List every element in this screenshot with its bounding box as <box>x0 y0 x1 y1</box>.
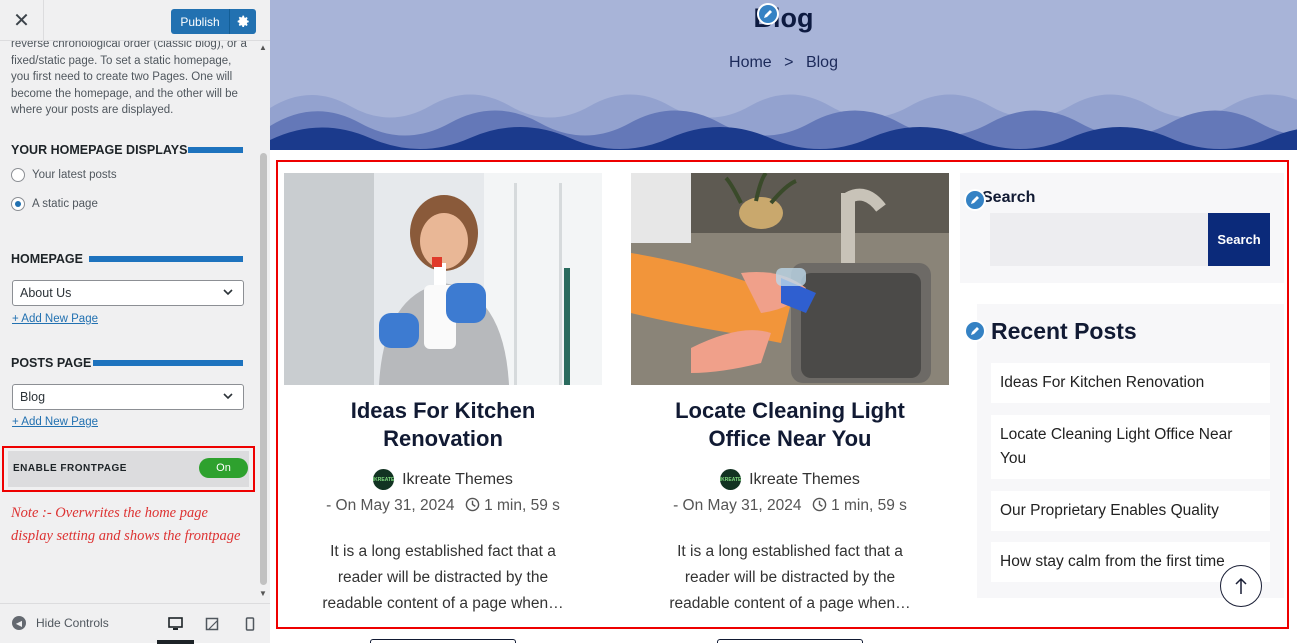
breadcrumb-home-link[interactable]: Home <box>729 54 772 71</box>
scroll-up-arrow-icon[interactable]: ▲ <box>259 43 267 52</box>
customizer-sidebar: ✕ Publish reverse chronological order (c… <box>0 0 270 644</box>
posts-page-select[interactable]: Blog <box>12 384 244 410</box>
customizer-scrollbar[interactable]: ▲ ▼ <box>257 41 270 603</box>
close-customizer-button[interactable]: ✕ <box>0 0 44 41</box>
radio-label: A static page <box>32 198 98 210</box>
collapse-arrow-icon: ◀ <box>12 616 26 630</box>
section-title-bar <box>188 147 243 153</box>
chevron-down-icon <box>223 289 233 296</box>
publish-settings-button[interactable] <box>229 9 256 34</box>
homepage-select[interactable]: About Us <box>12 280 244 306</box>
radio-static-page[interactable]: A static page <box>11 197 98 211</box>
pencil-icon <box>764 10 772 18</box>
posts-page-select-value: Blog <box>20 390 46 404</box>
hide-controls-button[interactable]: ◀ Hide Controls <box>12 616 109 630</box>
mobile-icon <box>245 617 255 631</box>
customizer-panel[interactable]: reverse chronological order (classic blo… <box>0 41 257 603</box>
chevron-down-icon <box>223 393 233 400</box>
breadcrumb-current: Blog <box>805 54 838 71</box>
mobile-preview-button[interactable] <box>242 616 258 632</box>
site-preview: Blog Home > Blog Ideas For Kitchen Renov… <box>270 0 1302 643</box>
customizer-header: ✕ Publish <box>0 0 270 41</box>
posts-page-section-title: POSTS PAGE <box>11 356 92 370</box>
page-title: Blog <box>753 3 814 33</box>
static-front-page-description: reverse chronological order (classic blo… <box>11 41 247 116</box>
desktop-icon <box>167 617 183 630</box>
enable-frontpage-toggle[interactable]: On <box>199 458 248 478</box>
radio-latest-posts[interactable]: Your latest posts <box>11 168 117 182</box>
read-more-button[interactable] <box>717 639 863 643</box>
tablet-icon <box>205 617 219 631</box>
tablet-preview-button[interactable] <box>204 616 220 632</box>
radio-button[interactable] <box>11 168 25 182</box>
breadcrumb-separator: > <box>784 54 794 71</box>
desktop-preview-button[interactable] <box>167 616 183 632</box>
active-device-indicator <box>157 640 194 644</box>
edit-title-shortcut-icon[interactable] <box>757 3 779 25</box>
hide-controls-label: Hide Controls <box>36 616 109 630</box>
enable-frontpage-row: ENABLE FRONTPAGE On <box>8 451 249 487</box>
scrollbar-thumb[interactable] <box>260 153 267 585</box>
posts-page-add-new-page-link[interactable]: + Add New Page <box>12 416 98 428</box>
enable-frontpage-highlight: ENABLE FRONTPAGE On <box>2 446 255 492</box>
gear-icon <box>237 15 249 28</box>
publish-button[interactable]: Publish <box>171 9 229 34</box>
enable-frontpage-label: ENABLE FRONTPAGE <box>13 463 127 474</box>
radio-button-checked[interactable] <box>11 197 25 211</box>
breadcrumb: Home > Blog <box>270 54 1297 72</box>
content-highlight-frame <box>276 160 1289 629</box>
hero-waves-decoration <box>270 94 1297 150</box>
section-title-bar <box>93 360 243 366</box>
homepage-section-title: HOMEPAGE <box>11 252 83 266</box>
section-title-bar <box>89 256 243 262</box>
read-more-button[interactable] <box>370 639 516 643</box>
homepage-select-value: About Us <box>20 286 72 300</box>
homepage-displays-title: YOUR HOMEPAGE DISPLAYS <box>11 143 188 157</box>
homepage-add-new-page-link[interactable]: + Add New Page <box>12 313 98 325</box>
close-icon: ✕ <box>13 10 30 32</box>
customizer-footer: ◀ Hide Controls <box>0 603 270 644</box>
page-hero: Blog Home > Blog <box>270 0 1297 150</box>
scroll-down-arrow-icon[interactable]: ▼ <box>259 589 267 598</box>
frontpage-note: Note :- Overwrites the home page display… <box>11 505 241 544</box>
radio-label: Your latest posts <box>32 169 117 181</box>
